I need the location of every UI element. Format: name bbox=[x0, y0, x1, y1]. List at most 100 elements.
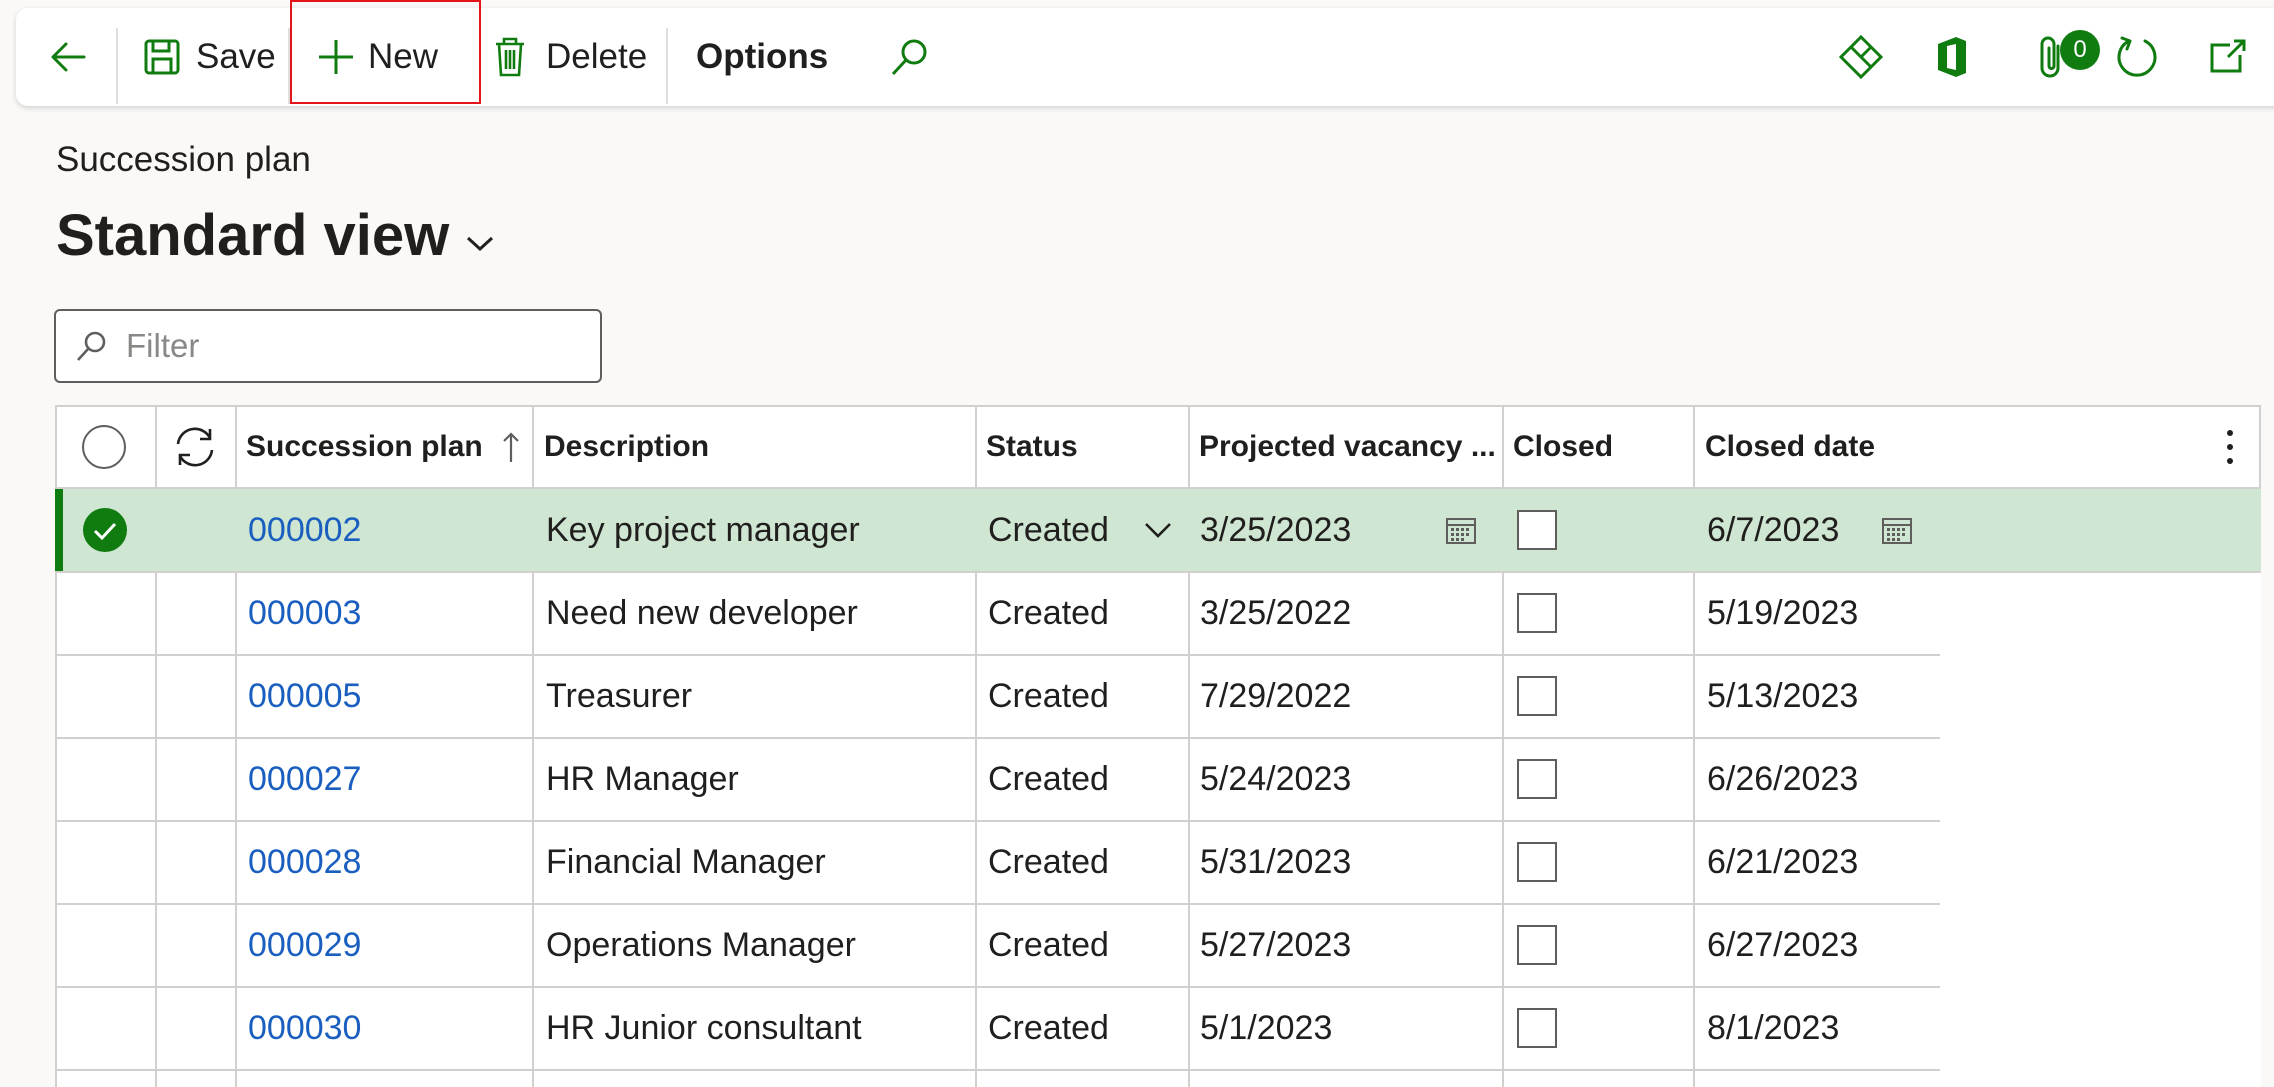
closed-checkbox[interactable] bbox=[1517, 655, 1557, 737]
back-arrow-icon bbox=[46, 35, 90, 79]
selected-row-indicator bbox=[55, 489, 63, 571]
more-vertical-icon bbox=[2225, 428, 2235, 466]
save-label: Save bbox=[196, 37, 276, 76]
delete-label: Delete bbox=[546, 37, 648, 76]
page-title: Standard view bbox=[56, 203, 450, 268]
column-header-label: Closed bbox=[1513, 430, 1614, 463]
description-cell[interactable]: HR Junior consultant bbox=[546, 987, 862, 1069]
status-cell[interactable]: Created bbox=[988, 904, 1109, 986]
succession-plan-link[interactable]: 000029 bbox=[248, 904, 361, 986]
popout-icon bbox=[2206, 35, 2250, 79]
succession-plan-link[interactable]: 000030 bbox=[248, 987, 361, 1069]
closed-checkbox[interactable] bbox=[1517, 987, 1557, 1069]
column-header-label: Status bbox=[986, 430, 1078, 463]
table-row[interactable]: 000002 Key project manager Created 3/25/… bbox=[55, 489, 2261, 573]
delete-button[interactable]: Delete bbox=[490, 8, 647, 106]
succession-plan-link[interactable]: 000005 bbox=[248, 655, 361, 737]
options-button[interactable]: Options bbox=[696, 8, 828, 106]
row-select-checkbox[interactable] bbox=[82, 489, 128, 571]
open-in-new-window-button[interactable] bbox=[2206, 8, 2250, 106]
projected-vacancy-cell[interactable]: 5/31/2023 bbox=[1200, 821, 1351, 903]
closed-date-field[interactable]: 6/7/2023 bbox=[1707, 489, 1839, 571]
description-cell[interactable]: Key project manager bbox=[546, 489, 860, 571]
filter-search-icon bbox=[74, 329, 108, 363]
status-value: Created bbox=[988, 510, 1109, 549]
closed-date-cell[interactable]: 6/26/2023 bbox=[1707, 738, 1858, 820]
refresh-icon bbox=[2114, 34, 2160, 80]
refresh-button[interactable] bbox=[2114, 8, 2160, 106]
table-row[interactable]: 000003 Need new developer Created 3/25/2… bbox=[55, 572, 2261, 656]
description-cell[interactable]: Operations Manager bbox=[546, 904, 856, 986]
sort-ascending-icon bbox=[501, 430, 521, 464]
column-header-label: Succession plan bbox=[246, 430, 483, 463]
succession-plan-grid: Succession plan Description Status Proje… bbox=[55, 405, 2261, 1087]
column-options-button[interactable] bbox=[2225, 407, 2235, 487]
column-header-status[interactable]: Status bbox=[986, 407, 1078, 487]
closed-date-cell[interactable]: 5/19/2023 bbox=[1707, 572, 1858, 654]
description-cell[interactable]: HR Manager bbox=[546, 738, 739, 820]
column-header-closed[interactable]: Closed bbox=[1513, 407, 1613, 487]
new-button-highlight bbox=[290, 0, 481, 104]
description-cell[interactable]: Treasurer bbox=[546, 655, 692, 737]
options-label: Options bbox=[696, 37, 829, 76]
closed-checkbox[interactable] bbox=[1517, 904, 1557, 986]
table-row[interactable]: 000030 HR Junior consultant Created 5/1/… bbox=[55, 987, 2261, 1071]
closed-checkbox[interactable] bbox=[1517, 572, 1557, 654]
status-cell[interactable]: Created bbox=[988, 987, 1109, 1069]
grid-refresh-button[interactable] bbox=[172, 407, 218, 487]
calendar-button[interactable] bbox=[1881, 489, 1913, 571]
closed-date-cell[interactable]: 6/21/2023 bbox=[1707, 821, 1858, 903]
closed-date-cell[interactable]: 6/27/2023 bbox=[1707, 904, 1858, 986]
filter-input[interactable] bbox=[124, 326, 568, 366]
projected-vacancy-cell[interactable]: 3/25/2022 bbox=[1200, 572, 1351, 654]
trash-icon bbox=[490, 36, 530, 78]
projected-vacancy-cell[interactable]: 5/1/2023 bbox=[1200, 987, 1332, 1069]
status-cell[interactable]: Created bbox=[988, 572, 1109, 654]
closed-date-cell[interactable]: 8/1/2023 bbox=[1707, 987, 1839, 1069]
office-button[interactable] bbox=[1932, 8, 1972, 106]
column-header-closed-date[interactable]: Closed date bbox=[1705, 407, 1875, 487]
status-cell[interactable]: Created bbox=[988, 738, 1109, 820]
closed-checkbox[interactable] bbox=[1517, 738, 1557, 820]
succession-plan-link[interactable]: 000002 bbox=[248, 489, 361, 571]
projected-vacancy-field[interactable]: 3/25/2023 bbox=[1200, 489, 1351, 571]
column-header-projected-vacancy[interactable]: Projected vacancy ... bbox=[1199, 407, 1496, 487]
projected-vacancy-cell[interactable]: 5/24/2023 bbox=[1200, 738, 1351, 820]
succession-plan-link[interactable]: 000003 bbox=[248, 572, 361, 654]
sync-icon bbox=[172, 424, 218, 470]
save-icon bbox=[142, 37, 182, 77]
projected-vacancy-cell[interactable]: 7/29/2022 bbox=[1200, 655, 1351, 737]
projected-vacancy-cell[interactable]: 5/27/2023 bbox=[1200, 904, 1351, 986]
status-cell[interactable]: Created bbox=[988, 821, 1109, 903]
succession-plan-link[interactable]: 000028 bbox=[248, 821, 361, 903]
succession-plan-link[interactable]: 000027 bbox=[248, 738, 361, 820]
search-button[interactable] bbox=[888, 8, 930, 106]
description-cell[interactable]: Financial Manager bbox=[546, 821, 826, 903]
office-icon bbox=[1932, 34, 1972, 80]
power-apps-button[interactable] bbox=[1838, 8, 1884, 106]
closed-checkbox[interactable] bbox=[1517, 489, 1557, 571]
attachments-count-badge: 0 bbox=[2060, 30, 2100, 70]
calendar-icon bbox=[1445, 515, 1477, 545]
back-button[interactable] bbox=[46, 8, 90, 106]
filter-box[interactable] bbox=[54, 309, 602, 383]
status-cell[interactable]: Created bbox=[988, 655, 1109, 737]
view-selector[interactable]: Standard view bbox=[56, 202, 495, 269]
status-dropdown[interactable]: Created bbox=[988, 489, 1173, 571]
table-row[interactable]: 000028 Financial Manager Created 5/31/20… bbox=[55, 821, 2261, 905]
select-all-checkbox[interactable] bbox=[81, 407, 127, 487]
description-cell[interactable]: Need new developer bbox=[546, 572, 858, 654]
table-row[interactable]: 000027 HR Manager Created 5/24/2023 6/26… bbox=[55, 738, 2261, 822]
save-button[interactable]: Save bbox=[142, 8, 276, 106]
closed-checkbox[interactable] bbox=[1517, 821, 1557, 903]
calendar-icon bbox=[1881, 515, 1913, 545]
table-row[interactable]: 000005 Treasurer Created 7/29/2022 5/13/… bbox=[55, 655, 2261, 739]
chevron-down-icon bbox=[1143, 521, 1173, 539]
column-header-description[interactable]: Description bbox=[544, 407, 709, 487]
column-header-succession-plan[interactable]: Succession plan bbox=[246, 407, 521, 487]
closed-date-cell[interactable]: 5/13/2023 bbox=[1707, 655, 1858, 737]
calendar-button[interactable] bbox=[1445, 489, 1477, 571]
search-icon bbox=[888, 36, 930, 78]
diamond-icon bbox=[1838, 34, 1884, 80]
table-row[interactable]: 000029 Operations Manager Created 5/27/2… bbox=[55, 904, 2261, 988]
